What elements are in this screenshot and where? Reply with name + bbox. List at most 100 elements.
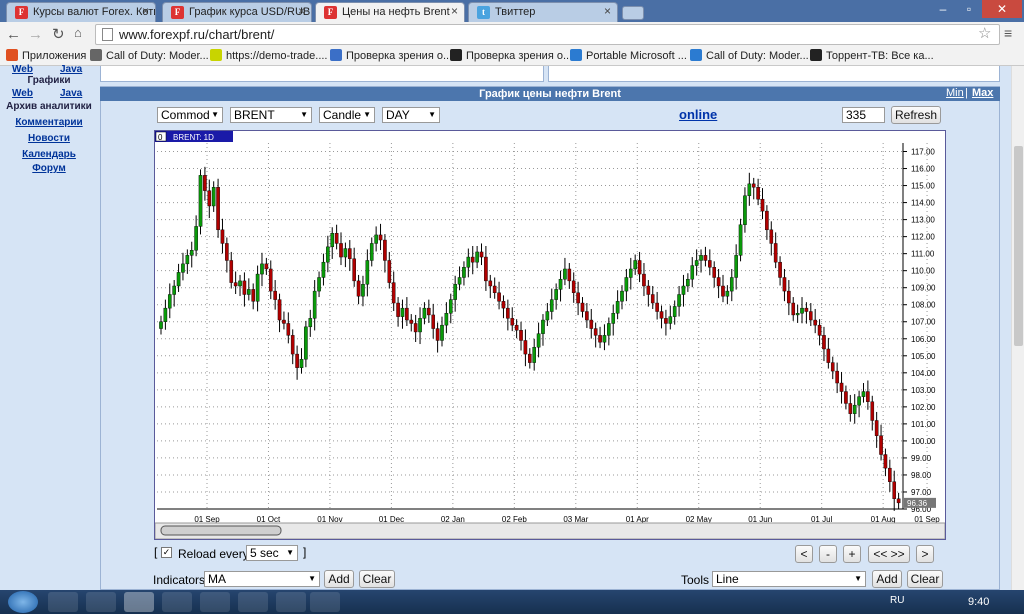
new-tab-button[interactable]: [622, 6, 644, 20]
reload-interval-select[interactable]: 5 sec ▼: [246, 545, 298, 561]
bookmark-star-icon[interactable]: ☆: [978, 24, 991, 42]
bookmark-apps[interactable]: Приложения: [6, 49, 86, 62]
chart-type-select[interactable]: Candle ▼: [319, 107, 375, 123]
sidebar-item-news[interactable]: Новости: [2, 133, 96, 144]
taskbar-app-icon[interactable]: [162, 592, 192, 612]
zoom-out-button[interactable]: -: [819, 545, 837, 563]
vertical-scrollbar[interactable]: [1011, 66, 1024, 590]
y-tick-label: 99.00: [911, 454, 932, 463]
taskbar-app-icon[interactable]: [200, 592, 230, 612]
scroll-right-button[interactable]: >: [916, 545, 934, 563]
forward-icon[interactable]: →: [28, 26, 43, 43]
folder-icon[interactable]: [276, 592, 306, 612]
sidebar-item-web[interactable]: Web: [12, 88, 33, 99]
bookmark-item[interactable]: Торрент-ТВ: Все ка...: [810, 49, 934, 62]
sidebar-item-java[interactable]: Java: [60, 88, 82, 99]
candle: [347, 248, 352, 259]
reload-icon[interactable]: ↻: [52, 25, 65, 43]
sidebar-item-archive[interactable]: Архив аналитики: [2, 101, 96, 112]
excel-icon[interactable]: [310, 592, 340, 612]
candle: [413, 323, 418, 333]
candle: [804, 307, 809, 312]
sidebar-item-calendar[interactable]: Календарь: [2, 149, 96, 160]
close-icon[interactable]: ×: [451, 4, 458, 18]
language-indicator[interactable]: RU: [890, 595, 904, 606]
candle: [795, 313, 800, 316]
bar-count-input[interactable]: 335: [842, 107, 885, 123]
min-link[interactable]: Min: [946, 87, 964, 99]
zoom-in-button[interactable]: +: [843, 545, 861, 563]
candle: [690, 265, 695, 280]
price-chart[interactable]: 0 BRENT: 1D 117.00 116.00 115.00 114.00 113.00…: [154, 130, 946, 540]
close-icon[interactable]: ×: [298, 4, 305, 18]
commod-select[interactable]: Commod ▼: [157, 107, 223, 123]
clear-indicators-button[interactable]: Clear: [359, 570, 395, 588]
url-text[interactable]: www.forexpf.ru/chart/brent/: [119, 27, 274, 42]
minimize-icon[interactable]: –: [930, 0, 956, 18]
bookmark-item[interactable]: https://demo-trade....: [210, 49, 328, 62]
candle: [268, 268, 273, 292]
tab-forex-quotes[interactable]: F Курсы валют Forex. Коти ×: [6, 2, 156, 22]
sidebar-item-comments[interactable]: Комментарии: [2, 117, 96, 128]
chrome-icon[interactable]: [124, 592, 154, 612]
period-select[interactable]: DAY ▼: [382, 107, 440, 123]
candle: [185, 255, 190, 265]
close-window-icon[interactable]: ✕: [982, 0, 1022, 18]
max-link[interactable]: Max: [972, 87, 993, 99]
scrollbar-thumb[interactable]: [1014, 146, 1023, 346]
tab-twitter[interactable]: t Твиттер ×: [468, 2, 618, 22]
chart-svg: 0 BRENT: 1D 117.00 116.00 115.00 114.00 113.00…: [155, 131, 945, 539]
candle: [251, 289, 256, 302]
bookmark-item[interactable]: Call of Duty: Moder...: [90, 49, 209, 62]
bookmark-item[interactable]: Call of Duty: Moder...: [690, 49, 809, 62]
windows-start-icon[interactable]: [8, 591, 38, 613]
candle: [760, 198, 765, 212]
fit-all-button[interactable]: << >>: [868, 545, 910, 563]
candle: [532, 347, 536, 363]
candle: [365, 260, 370, 285]
candle: [725, 290, 730, 297]
sidebar-item-web[interactable]: Web: [12, 64, 33, 75]
add-indicator-button[interactable]: Add: [324, 570, 354, 588]
candle: [475, 251, 479, 263]
indicator-select[interactable]: MA ▼: [204, 571, 320, 587]
chevron-down-icon: ▼: [211, 110, 219, 119]
candle: [435, 328, 440, 341]
taskbar-app-icon[interactable]: [238, 592, 268, 612]
candle: [387, 260, 392, 283]
tab-usd-rub[interactable]: F График курса USD/RUB ×: [162, 2, 312, 22]
restore-icon[interactable]: ▫: [956, 0, 982, 18]
candle: [659, 311, 664, 319]
close-icon[interactable]: ×: [604, 4, 611, 18]
tool-select[interactable]: Line ▼: [712, 571, 866, 587]
sidebar-item-forum[interactable]: Форум: [2, 163, 96, 174]
candle: [668, 316, 673, 324]
taskbar-app-icon[interactable]: [48, 592, 78, 612]
bracket-left: [: [154, 545, 158, 559]
ie-icon[interactable]: [86, 592, 116, 612]
candle: [813, 319, 817, 326]
tab-brent-oil[interactable]: F Цены на нефть Brent ×: [315, 2, 465, 22]
scroll-left-button[interactable]: <: [795, 545, 813, 563]
bookmark-item[interactable]: Portable Microsoft ...: [570, 49, 687, 62]
home-icon[interactable]: ⌂: [74, 25, 82, 40]
close-icon[interactable]: ×: [142, 4, 149, 18]
candle: [712, 267, 717, 278]
online-link[interactable]: online: [679, 107, 717, 122]
back-icon[interactable]: ←: [6, 26, 21, 43]
bookmark-item[interactable]: Проверка зрения о...: [330, 49, 452, 62]
candle: [545, 311, 550, 321]
clear-tools-button[interactable]: Clear: [907, 570, 943, 588]
candle: [264, 263, 269, 270]
add-tool-button[interactable]: Add: [872, 570, 902, 588]
refresh-button[interactable]: Refresh: [891, 106, 941, 124]
candle: [721, 285, 725, 297]
y-tick-label: 113.00: [911, 216, 935, 225]
sidebar-item-java[interactable]: Java: [60, 64, 82, 75]
symbol-select[interactable]: BRENT ▼: [230, 107, 312, 123]
symbol-value: BRENT: [234, 108, 275, 122]
bookmark-item[interactable]: Проверка зрения о...: [450, 49, 572, 62]
menu-icon[interactable]: ≡: [1004, 25, 1012, 41]
reload-checkbox[interactable]: ✓: [161, 547, 172, 558]
sidebar-item-charts[interactable]: Графики: [2, 75, 96, 86]
